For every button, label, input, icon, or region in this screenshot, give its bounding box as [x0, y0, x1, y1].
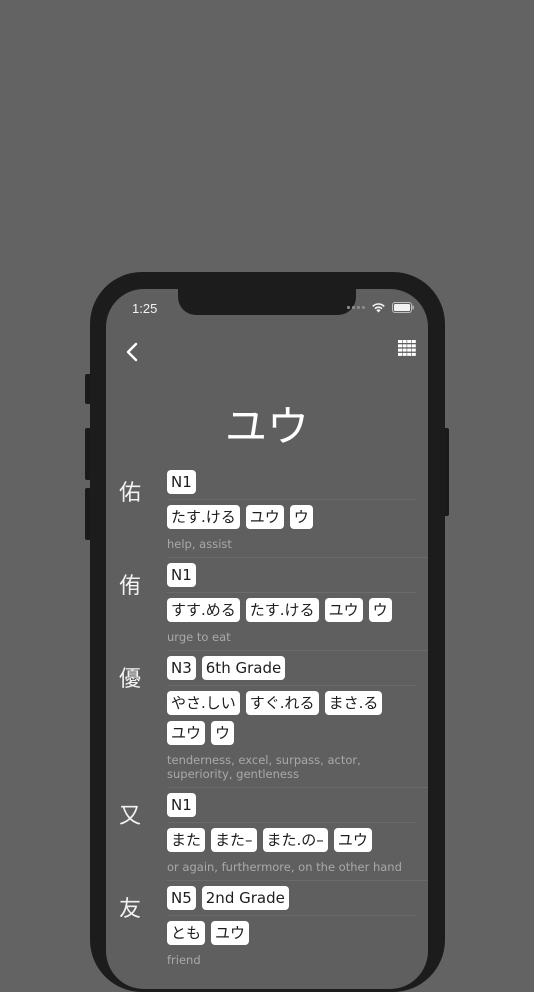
reading-tags: とも ユウ	[167, 916, 416, 950]
reading-tag: とも	[167, 921, 206, 945]
reading-tag: やさ.しい	[167, 691, 240, 715]
phone-screen: 1:25 ユウ 佑 N1 たす.ける ユウ ウ help, assist 侑 N…	[106, 289, 428, 989]
reading-tag: ウ	[368, 598, 392, 622]
meaning-text: urge to eat	[167, 630, 231, 644]
meaning-text: or again, furthermore, on the other hand	[167, 860, 402, 874]
reading-tags: すす.める たす.ける ユウ ウ	[167, 593, 416, 627]
reading-tag: たす.ける	[167, 505, 240, 529]
page-title: ユウ	[224, 402, 309, 451]
level-tag: N1	[167, 793, 196, 817]
reading-tags: たす.ける ユウ ウ	[167, 500, 416, 534]
level-tag: N3	[167, 656, 196, 680]
meaning-text: friend	[167, 953, 201, 967]
notch	[178, 289, 356, 315]
level-tags: N1	[167, 465, 416, 500]
level-tag: 6th Grade	[201, 656, 286, 680]
reading-tag: ユウ	[333, 828, 372, 852]
reading-tag: ウ	[289, 505, 313, 529]
kanji-character: 友	[119, 897, 142, 922]
level-tag: 2nd Grade	[201, 886, 289, 910]
reading-tag: また.の–	[262, 828, 328, 852]
meaning-text: tenderness, excel, surpass, actor, super…	[167, 753, 361, 781]
kanji-character: 侑	[119, 574, 142, 599]
reading-tag: ウ	[211, 721, 235, 745]
level-tag: N1	[167, 563, 196, 587]
reading-tag: また	[167, 828, 206, 852]
signal-icon	[347, 306, 365, 309]
reading-tag: まさ.る	[324, 691, 383, 715]
kanji-character: 優	[119, 667, 142, 692]
status-time: 1:25	[132, 301, 158, 316]
level-tag: N5	[167, 886, 196, 910]
level-tags: N1	[167, 558, 416, 593]
level-tags: N3 6th Grade	[167, 651, 416, 686]
grid-icon[interactable]	[398, 340, 416, 356]
meaning-text: help, assist	[167, 537, 232, 551]
kanji-row[interactable]: 又 N1 また また– また.の– ユウ or again, furthermo…	[106, 788, 428, 880]
kanji-character: 又	[119, 804, 142, 829]
chevron-left-icon[interactable]	[122, 341, 144, 363]
reading-tag: ユウ	[167, 721, 206, 745]
status-icons	[347, 302, 414, 313]
level-tag: N1	[167, 470, 196, 494]
level-tags: N1	[167, 788, 416, 823]
reading-tags: また また– また.の– ユウ	[167, 823, 416, 857]
kanji-row[interactable]: 友 N5 2nd Grade とも ユウ friend	[106, 881, 428, 973]
reading-tag: たす.ける	[245, 598, 319, 622]
reading-tags: やさ.しい すぐ.れる まさ.る ユウ ウ	[167, 686, 416, 750]
kanji-list: 佑 N1 たす.ける ユウ ウ help, assist 侑 N1 すす.める …	[106, 465, 428, 973]
kanji-row[interactable]: 佑 N1 たす.ける ユウ ウ help, assist	[106, 465, 428, 557]
reading-tag: すぐ.れる	[245, 691, 319, 715]
kanji-row[interactable]: 侑 N1 すす.める たす.ける ユウ ウ urge to eat	[106, 558, 428, 650]
wifi-icon	[372, 303, 385, 313]
kanji-character: 佑	[119, 481, 142, 506]
reading-tag: ユウ	[324, 598, 363, 622]
battery-icon	[392, 302, 414, 313]
reading-tag: すす.める	[167, 598, 240, 622]
kanji-row[interactable]: 優 N3 6th Grade やさ.しい すぐ.れる まさ.る ユウ ウ ten…	[106, 651, 428, 787]
reading-tag: ユウ	[211, 921, 250, 945]
reading-tag: ユウ	[245, 505, 284, 529]
level-tags: N5 2nd Grade	[167, 881, 416, 916]
reading-tag: また–	[211, 828, 257, 852]
